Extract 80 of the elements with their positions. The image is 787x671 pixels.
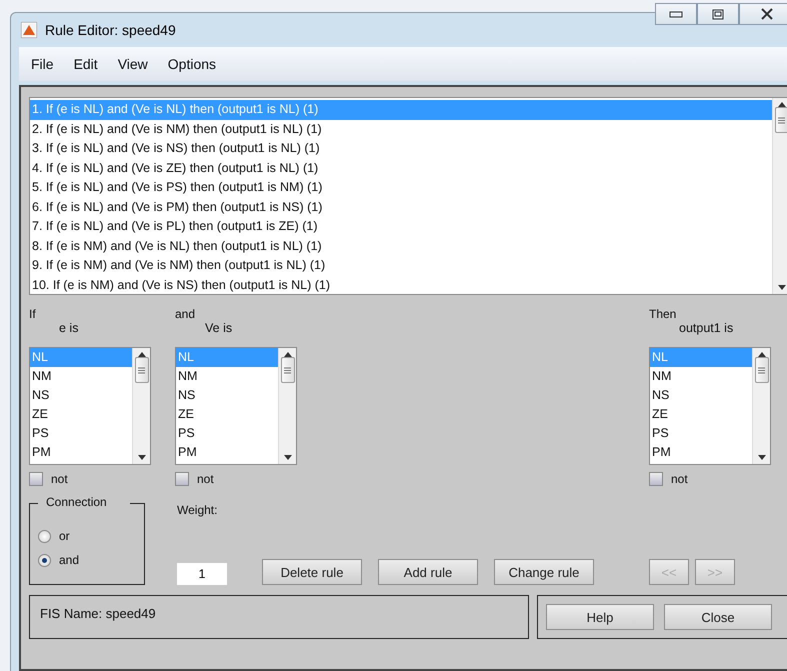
down-arrow-icon[interactable] [284,455,292,460]
variable-label: Ve is [205,321,232,335]
maximize-icon [712,8,724,20]
minimize-button[interactable] [655,3,697,25]
scrollbar[interactable] [132,348,150,464]
variable-label: output1 is [679,321,734,335]
rule-button[interactable]: Change rule [494,559,594,585]
rule-button[interactable]: Add rule [378,559,478,585]
rule-item[interactable]: 6. If (e is NL) and (Ve is PM) then (output1 is NS) (1) [30,198,772,217]
list-item[interactable]: NM [650,367,752,386]
close-button[interactable] [739,3,787,25]
app-icon [21,22,37,38]
status-text: FIS Name: speed49 [29,595,529,639]
checkbox-label: not [197,472,214,486]
down-arrow-icon[interactable] [138,455,146,460]
radio-label: or [59,529,70,543]
list-item[interactable]: NM [30,367,132,386]
variable-label: e is [59,321,78,335]
close-icon [761,8,773,20]
list-item[interactable]: NS [176,386,278,405]
radio-button[interactable] [38,554,51,566]
radio-label: and [59,553,80,567]
scrollbar[interactable] [772,98,787,294]
down-arrow-icon[interactable] [758,455,766,460]
scroll-thumb[interactable] [754,357,768,383]
rule-item[interactable]: 10. If (e is NM) and (Ve is NS) then (output1 is NL) (1) [30,276,772,294]
rule-item[interactable]: 5. If (e is NL) and (Ve is PS) then (output1 is NM) (1) [30,178,772,198]
menu-item[interactable]: View [118,56,148,72]
maximize-button[interactable] [697,3,739,25]
not-checkbox[interactable] [29,472,43,486]
not-checkbox[interactable] [649,472,663,486]
rule-item[interactable]: 4. If (e is NL) and (Ve is ZE) then (output1 is NL) (1) [30,158,772,178]
list-item[interactable]: PM [650,443,752,462]
not-checkbox[interactable] [175,472,189,486]
minimize-icon [669,10,683,18]
checkbox-label: not [671,472,688,486]
variable-heading: Then [649,307,676,321]
scroll-thumb[interactable] [280,357,294,383]
footer-button[interactable]: Help [546,604,654,630]
weight-label: Weight: [177,503,218,517]
rule-item[interactable]: 3. If (e is NL) and (Ve is NS) then (output1 is NL) (1) [30,139,772,158]
list-item[interactable]: NS [30,386,132,405]
scrollbar[interactable] [278,348,296,464]
checkbox-label: not [51,472,68,486]
rule-list[interactable] [29,97,787,295]
footer-button[interactable]: Close [664,604,772,630]
scroll-thumb[interactable] [134,357,148,383]
membership-list[interactable]: NL NM NS ZE PS PM [175,347,297,465]
rule-item[interactable]: 7. If (e is NL) and (Ve is PL) then (output1 is ZE) (1) [30,217,772,236]
window-title: Rule Editor: speed49 [45,22,176,38]
list-item[interactable]: PS [30,424,132,443]
membership-list[interactable]: NL NM NS ZE PS PM [649,347,771,465]
list-item[interactable]: PM [30,443,132,462]
menu-item[interactable]: File [31,56,54,72]
rule-button[interactable]: Delete rule [262,559,362,585]
up-arrow-icon[interactable] [138,352,146,357]
menu-item[interactable]: Options [168,56,216,72]
list-item[interactable]: NS [650,386,752,405]
membership-list[interactable]: NL NM NS ZE PS PM [29,347,151,465]
menu-item[interactable]: Edit [74,56,98,72]
rule-item[interactable]: 9. If (e is NM) and (Ve is NM) then (output1 is NL) (1) [30,256,772,276]
rule-item[interactable]: 8. If (e is NM) and (Ve is NL) then (output1 is NL) (1) [30,236,772,256]
scroll-thumb[interactable] [774,107,787,133]
list-item[interactable]: NM [176,367,278,386]
rule-item[interactable]: 2. If (e is NL) and (Ve is NM) then (output1 is NL) (1) [30,120,772,139]
radio-button[interactable] [38,530,51,542]
variable-heading: and [175,307,196,321]
list-item[interactable]: ZE [650,405,752,424]
list-item[interactable]: ZE [176,405,278,424]
scrollbar[interactable] [752,348,770,464]
up-arrow-icon[interactable] [778,102,786,107]
list-item[interactable]: PS [650,424,752,443]
variable-heading: If [29,307,36,321]
down-arrow-icon[interactable] [778,285,786,290]
up-arrow-icon[interactable] [284,352,292,357]
list-item[interactable]: ZE [30,405,132,424]
weight-field[interactable]: 1 [177,563,227,585]
list-item[interactable]: PM [176,443,278,462]
up-arrow-icon[interactable] [758,352,766,357]
list-item[interactable]: PS [176,424,278,443]
